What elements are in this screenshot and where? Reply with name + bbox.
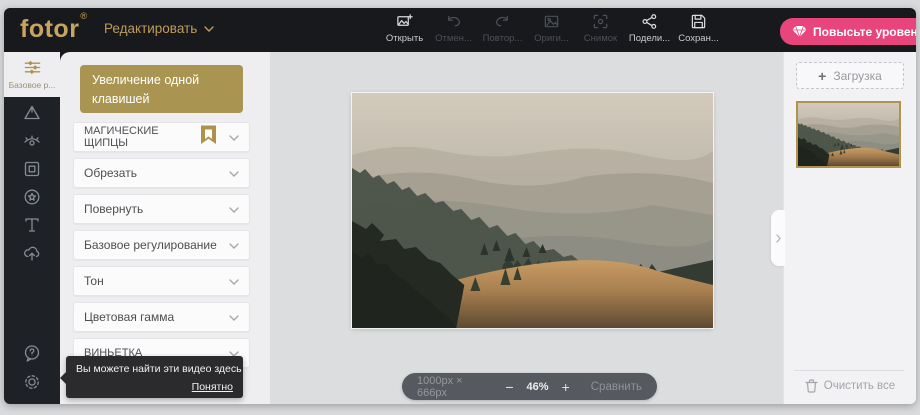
zoom-level: 46% (527, 381, 549, 393)
sidebar-item-settings[interactable] (22, 372, 42, 392)
registered-mark: ® (80, 11, 87, 21)
open-button[interactable]: Открыть (380, 13, 429, 44)
clear-all-label: Очистить все (824, 380, 895, 392)
share-label: Подели... (629, 33, 670, 44)
chevron-down-icon (229, 274, 239, 288)
beauty-icon (22, 131, 42, 151)
section-color[interactable]: Цветовая гамма (73, 302, 250, 332)
chevron-right-icon (776, 234, 781, 243)
cloud-upload-icon (22, 243, 42, 263)
zoom-out-button[interactable]: − (505, 380, 513, 394)
section-magic-clippers[interactable]: МАГИЧЕСКИЕ ЩИПЦЫ (73, 122, 250, 152)
redo-button[interactable]: Повтор... (478, 13, 527, 44)
canvas-dimensions: 1000px × 666px (417, 375, 488, 399)
original-button[interactable]: Ориги... (527, 13, 576, 44)
effects-icon (22, 103, 42, 123)
zoom-in-button[interactable]: + (562, 380, 570, 394)
plus-icon: + (818, 69, 826, 83)
tooltip-text: Вы можете найти эти видео здесь (76, 363, 233, 375)
sidebar-item-help[interactable] (22, 343, 42, 363)
save-label: Сохран... (678, 33, 719, 44)
share-icon (641, 13, 658, 30)
edit-menu-dropdown[interactable]: Редактировать (104, 21, 214, 36)
tooltip-dismiss-link[interactable]: Понятно (192, 381, 233, 393)
sidebar-item-effects[interactable] (22, 103, 42, 123)
tools-panel: Увеличение одной клавишей МАГИЧЕСКИЕ ЩИП… (60, 52, 270, 404)
section-label: Базовое регулирование (84, 238, 217, 252)
editing-canvas: 1000px × 666px − 46% + Сравнить (270, 52, 783, 404)
app-window: fotor® Редактировать Открыть Отмен... По… (4, 8, 916, 404)
fotor-logo[interactable]: fotor® (20, 15, 87, 44)
photo-canvas[interactable] (352, 93, 713, 328)
redo-label: Повтор... (483, 33, 523, 44)
original-icon (543, 13, 560, 30)
undo-icon (445, 13, 462, 30)
sidebar-item-cloud-upload[interactable] (22, 243, 42, 263)
save-button[interactable]: Сохран... (674, 13, 723, 44)
help-icon (22, 343, 42, 363)
sidebar-item-frames[interactable] (22, 159, 42, 179)
chevron-down-icon (229, 202, 239, 216)
undo-button[interactable]: Отмен... (429, 13, 478, 44)
sidebar-item-stickers[interactable] (22, 187, 42, 207)
panel-collapse-tab[interactable] (771, 210, 785, 266)
chevron-down-icon (229, 166, 239, 180)
sliders-icon (23, 58, 42, 77)
open-image-icon (396, 13, 413, 30)
video-hint-tooltip: Вы можете найти эти видео здесь Понятно (66, 356, 243, 398)
one-tap-enhance-button[interactable]: Увеличение одной клавишей (80, 65, 243, 113)
bookmark-badge-icon (200, 125, 217, 145)
clear-all-button[interactable]: Очистить все (784, 379, 916, 393)
sidebar-item-beauty[interactable] (22, 131, 42, 151)
chevron-down-icon (229, 130, 239, 144)
chevron-down-icon (204, 26, 214, 32)
chevron-down-icon (229, 238, 239, 252)
open-label: Открыть (386, 33, 423, 44)
section-tone[interactable]: Тон (73, 266, 250, 296)
snapshot-label: Снимок (584, 33, 617, 44)
redo-icon (494, 13, 511, 30)
upgrade-label: Повысьте уровень (813, 25, 916, 39)
gem-icon (792, 25, 807, 38)
snapshot-icon (592, 13, 609, 30)
upload-label: Загрузка (833, 69, 882, 83)
zoom-toolbar: 1000px × 666px − 46% + Сравнить (402, 373, 657, 400)
section-label: Повернуть (84, 202, 143, 216)
chevron-down-icon (229, 310, 239, 324)
section-label: Цветовая гамма (84, 310, 174, 324)
trash-icon (805, 379, 818, 393)
logo-text: fotor (20, 15, 79, 43)
upgrade-button[interactable]: Повысьте уровень (780, 18, 916, 45)
section-label: Обрезать (84, 166, 137, 180)
upload-button[interactable]: + Загрузка (796, 62, 904, 89)
toolbar: Открыть Отмен... Повтор... Ориги... Сним… (380, 13, 723, 44)
panel-divider (794, 370, 904, 371)
stickers-icon (22, 187, 42, 207)
uploads-panel: + Загрузка Очистить все (783, 52, 916, 404)
section-rotate[interactable]: Повернуть (73, 194, 250, 224)
sidebar-item-text[interactable] (22, 215, 42, 235)
undo-label: Отмен... (435, 33, 472, 44)
section-label: Тон (84, 274, 104, 288)
snapshot-button[interactable]: Снимок (576, 13, 625, 44)
compare-button[interactable]: Сравнить (591, 381, 642, 393)
section-label: МАГИЧЕСКИЕ ЩИПЦЫ (84, 125, 200, 149)
edit-menu-label: Редактировать (104, 21, 197, 36)
icon-rail: Базовое р... (4, 52, 60, 404)
frames-icon (22, 159, 42, 179)
sidebar-item-basic-edit-label: Базовое р... (9, 80, 56, 90)
sidebar-item-basic-edit[interactable]: Базовое р... (4, 52, 60, 97)
image-thumbnail[interactable] (796, 101, 901, 168)
section-crop[interactable]: Обрезать (73, 158, 250, 188)
top-bar: fotor® Редактировать Открыть Отмен... По… (4, 8, 916, 52)
share-button[interactable]: Подели... (625, 13, 674, 44)
original-label: Ориги... (534, 33, 569, 44)
settings-icon (22, 372, 42, 392)
section-basic-adjust[interactable]: Базовое регулирование (73, 230, 250, 260)
save-icon (690, 13, 707, 30)
text-icon (22, 215, 42, 235)
